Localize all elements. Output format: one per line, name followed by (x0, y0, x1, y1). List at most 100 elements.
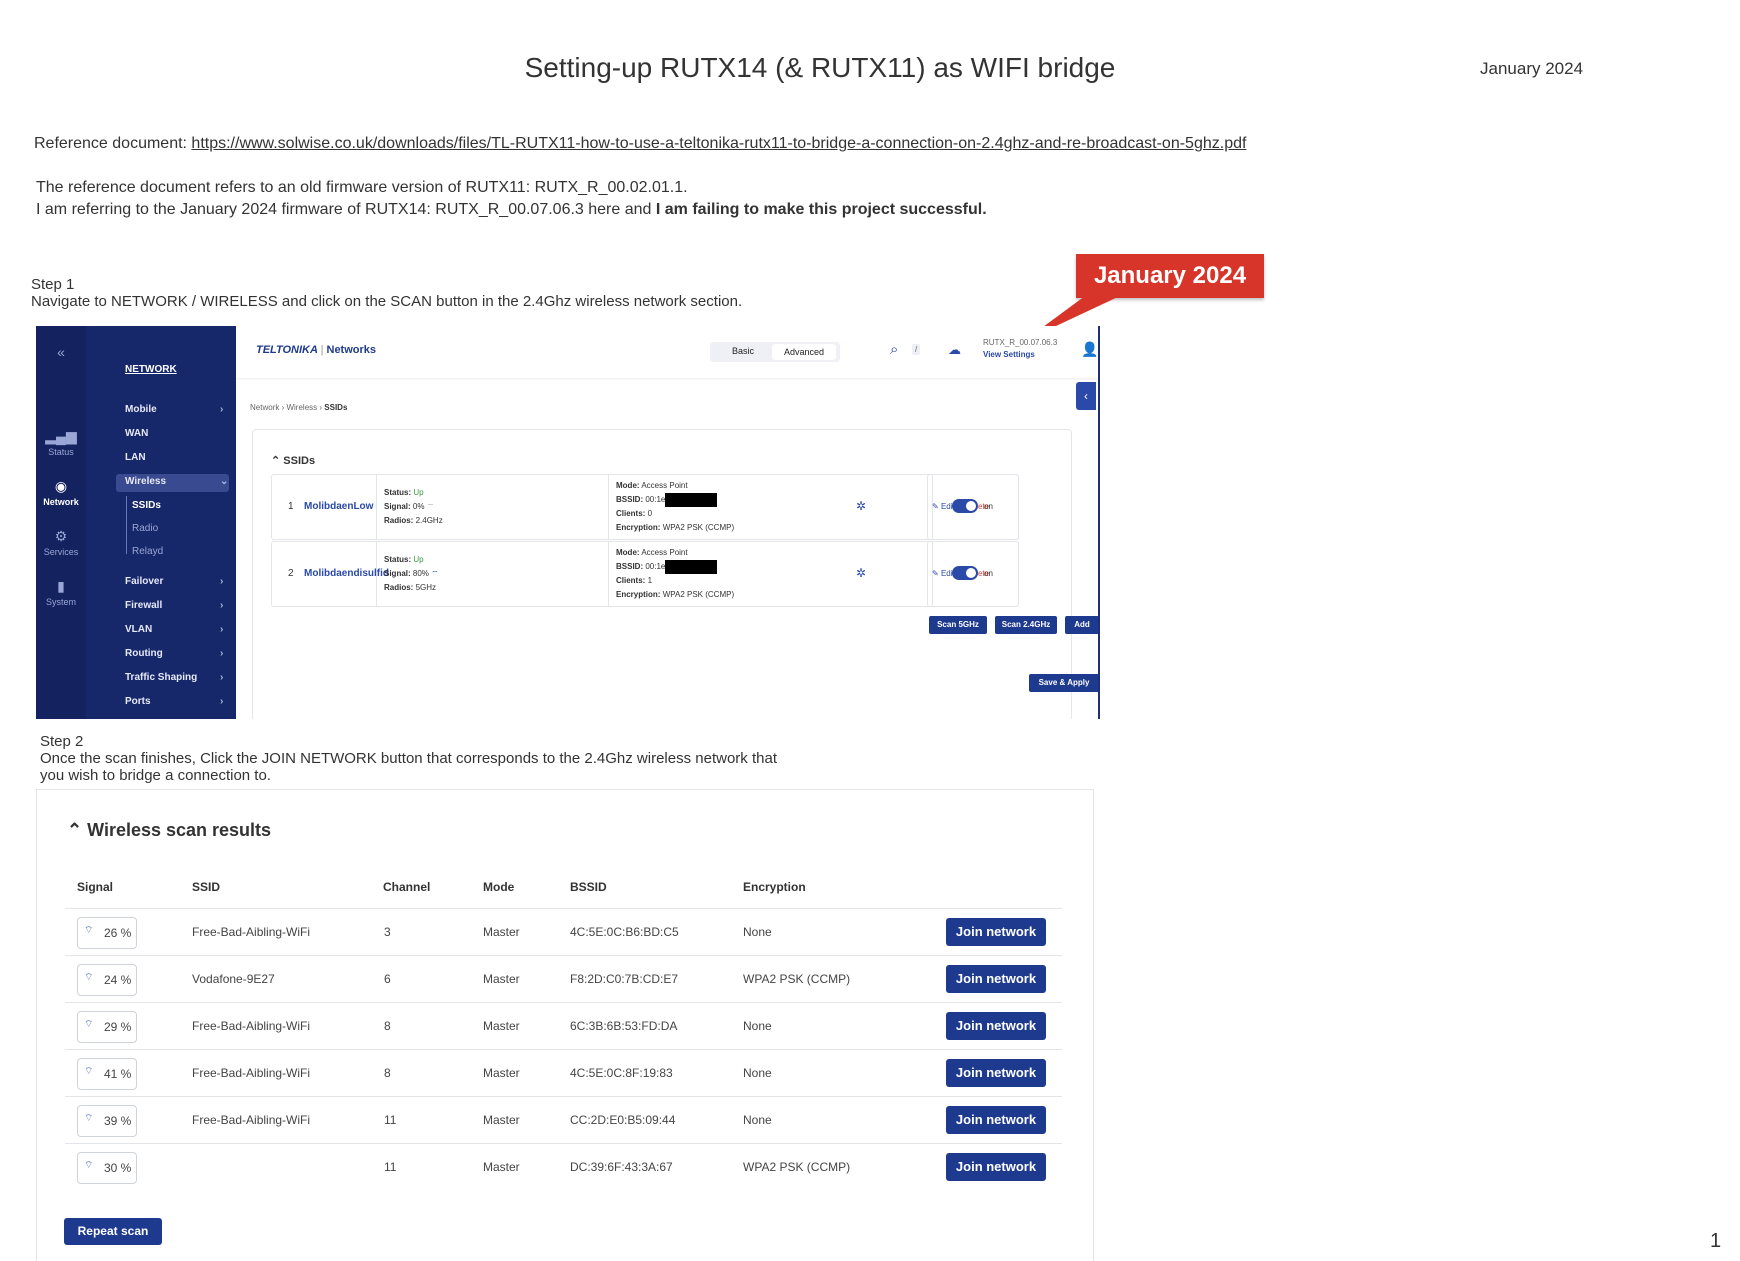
status-label: Status: (384, 488, 412, 497)
step2-text-line2: you wish to bridge a connection to. (40, 767, 271, 784)
user-icon[interactable]: 👤 (1081, 341, 1098, 358)
ssid-toggle-box: on (927, 541, 1019, 607)
radios-label: Radios: (384, 516, 414, 525)
rail-services[interactable]: ⚙ Services (36, 528, 86, 557)
encryption-value: WPA2 PSK (CCMP) (662, 523, 735, 533)
nav-item-lan[interactable]: LAN (125, 452, 146, 463)
ssid-details-block: Mode: Access Point BSSID: 00:1e Clients:… (616, 479, 734, 535)
add-button[interactable]: Add (1065, 616, 1098, 634)
icon-rail: « ▂▄▆ Status ◉ Network ⚙ Services ▮ Syst… (36, 326, 86, 719)
ssid-details-cell: Mode: Access Point BSSID: 00:1e Clients:… (608, 542, 933, 606)
chevron-down-icon: ⌄ (220, 476, 229, 487)
mode-basic[interactable]: Basic (732, 346, 754, 356)
col-encryption: Encryption (743, 880, 806, 894)
ssids-title-text: SSIDs (283, 455, 316, 467)
encryption-cell: WPA2 PSK (CCMP) (743, 1160, 851, 1174)
clients-label: Clients: (616, 509, 646, 519)
search-icon[interactable]: ⌕ (890, 341, 898, 358)
nav-item-routing[interactable]: Routing › (125, 648, 223, 659)
nav-item-firewall[interactable]: Firewall › (125, 600, 223, 611)
nav-item-ports[interactable]: Ports › (125, 696, 223, 707)
mode-value: Access Point (641, 481, 688, 490)
nav-sub-ssids[interactable]: SSIDs (132, 500, 161, 511)
nav-sub-relayd[interactable]: Relayd (132, 546, 163, 557)
radios-label: Radios: (384, 583, 414, 592)
mode-label: Mode: (616, 548, 640, 557)
nav-item-mobile[interactable]: Mobile › (125, 404, 223, 415)
chevron-right-icon: › (220, 696, 224, 707)
encryption-cell: None (743, 1113, 772, 1127)
qr-share-icon[interactable]: ✲ (856, 499, 866, 513)
join-network-button[interactable]: Join network (946, 918, 1046, 946)
chevron-right-icon: › (220, 624, 224, 635)
view-settings-link[interactable]: View Settings (983, 350, 1035, 359)
page-number: 1 (1710, 1230, 1722, 1252)
network-nav: NETWORK Mobile › WAN LAN Wireless ⌄ SSIDs … (86, 326, 236, 719)
submenu-line (126, 496, 127, 554)
search-shortcut: / (912, 344, 921, 355)
channel-cell: 8 (384, 1019, 391, 1033)
join-network-button[interactable]: Join network (946, 1012, 1046, 1040)
join-network-button[interactable]: Join network (946, 965, 1046, 993)
mode-advanced[interactable]: Advanced (772, 344, 836, 360)
ssid-details-block: Mode: Access Point BSSID: 00:1e Clients:… (616, 546, 734, 602)
ssid-name-cell: 2 Molibdaendisulfid (272, 542, 389, 606)
table-row: ⌔ 39 % Free-Bad-Aibling-WiFi 11 Master CC… (65, 1096, 1062, 1144)
scan-results-title[interactable]: ⌃ Wireless scan results (67, 820, 271, 841)
wifi-icon: ⌔ (84, 1113, 94, 1124)
mode-cell: Master (483, 1066, 520, 1080)
bssid-value: 00:1e (645, 495, 666, 505)
encryption-cell: WPA2 PSK (CCMP) (743, 972, 851, 986)
toggle-label: on (984, 502, 993, 511)
bssid-value: 00:1e (645, 562, 666, 572)
repeat-scan-button[interactable]: Repeat scan (64, 1218, 162, 1245)
join-network-button[interactable]: Join network (946, 1153, 1046, 1181)
channel-cell: 11 (384, 1160, 397, 1174)
breadcrumb-item[interactable]: Network (250, 403, 279, 412)
nav-item-failover[interactable]: Failover › (125, 576, 223, 587)
qr-share-icon[interactable]: ✲ (856, 566, 866, 580)
ssid-cell: Free-Bad-Aibling-WiFi (192, 1019, 311, 1033)
signal-value: 26 % (104, 926, 132, 940)
collapse-icon[interactable]: « (36, 344, 86, 360)
ssid-row: 2 Molibdaendisulfid Status: Up Signal: 8… (271, 541, 1019, 607)
nav-item-wan[interactable]: WAN (125, 428, 148, 439)
nav-item-vlan[interactable]: VLAN › (125, 624, 223, 635)
ssid-name[interactable]: MolibdaenLow (304, 501, 373, 512)
ssids-section-title[interactable]: ⌃ SSIDs (271, 454, 315, 467)
enable-toggle[interactable] (952, 499, 978, 513)
side-panel-toggle[interactable]: ‹ (1076, 382, 1096, 410)
nav-item-label: Ports (125, 696, 151, 707)
breadcrumb-item[interactable]: Wireless (286, 403, 317, 412)
enable-toggle[interactable] (952, 566, 978, 580)
globe-icon: ◉ (54, 478, 68, 494)
save-apply-button[interactable]: Save & Apply (1029, 674, 1098, 692)
scan-24ghz-button[interactable]: Scan 2.4GHz (995, 616, 1057, 634)
clients-value: 0 (647, 509, 653, 519)
rail-status[interactable]: ▂▄▆ Status (36, 428, 86, 457)
nav-sub-radio[interactable]: Radio (132, 523, 158, 534)
redaction-bar (665, 560, 718, 574)
rail-network[interactable]: ◉ Network (36, 478, 86, 507)
rail-system[interactable]: ▮ System (36, 578, 86, 607)
col-ssid: SSID (192, 880, 221, 894)
breadcrumb: Network › Wireless › SSIDs (250, 403, 347, 412)
chevron-right-icon: › (220, 672, 224, 683)
chevron-right-icon: › (220, 576, 224, 587)
mode-toggle: Basic Advanced (710, 342, 840, 362)
wifi-icon: ⌔ (84, 1019, 94, 1030)
radios-value: 2.4GHz (415, 516, 443, 525)
ssid-status-block: Status: Up Signal: 0% ⌔ Radios: 2.4GHz (384, 486, 443, 528)
step2-heading-block: Step 2 Once the scan finishes, Click the… (40, 733, 777, 784)
nav-item-wireless[interactable]: Wireless ⌄ (125, 476, 228, 487)
join-network-button[interactable]: Join network (946, 1059, 1046, 1087)
scan-5ghz-button[interactable]: Scan 5GHz (929, 616, 987, 634)
join-network-button[interactable]: Join network (946, 1106, 1046, 1134)
nav-item-label: LAN (125, 452, 146, 463)
firmware-version: RUTX_R_00.07.06.3 (983, 338, 1058, 347)
cloud-icon[interactable]: ☁ (948, 342, 961, 358)
wifi-icon: ⌔ (84, 1160, 94, 1171)
nav-item-traffic-shaping[interactable]: Traffic Shaping › (125, 672, 223, 683)
file-icon: ▮ (57, 578, 65, 594)
signal-value: 29 % (104, 1020, 132, 1034)
